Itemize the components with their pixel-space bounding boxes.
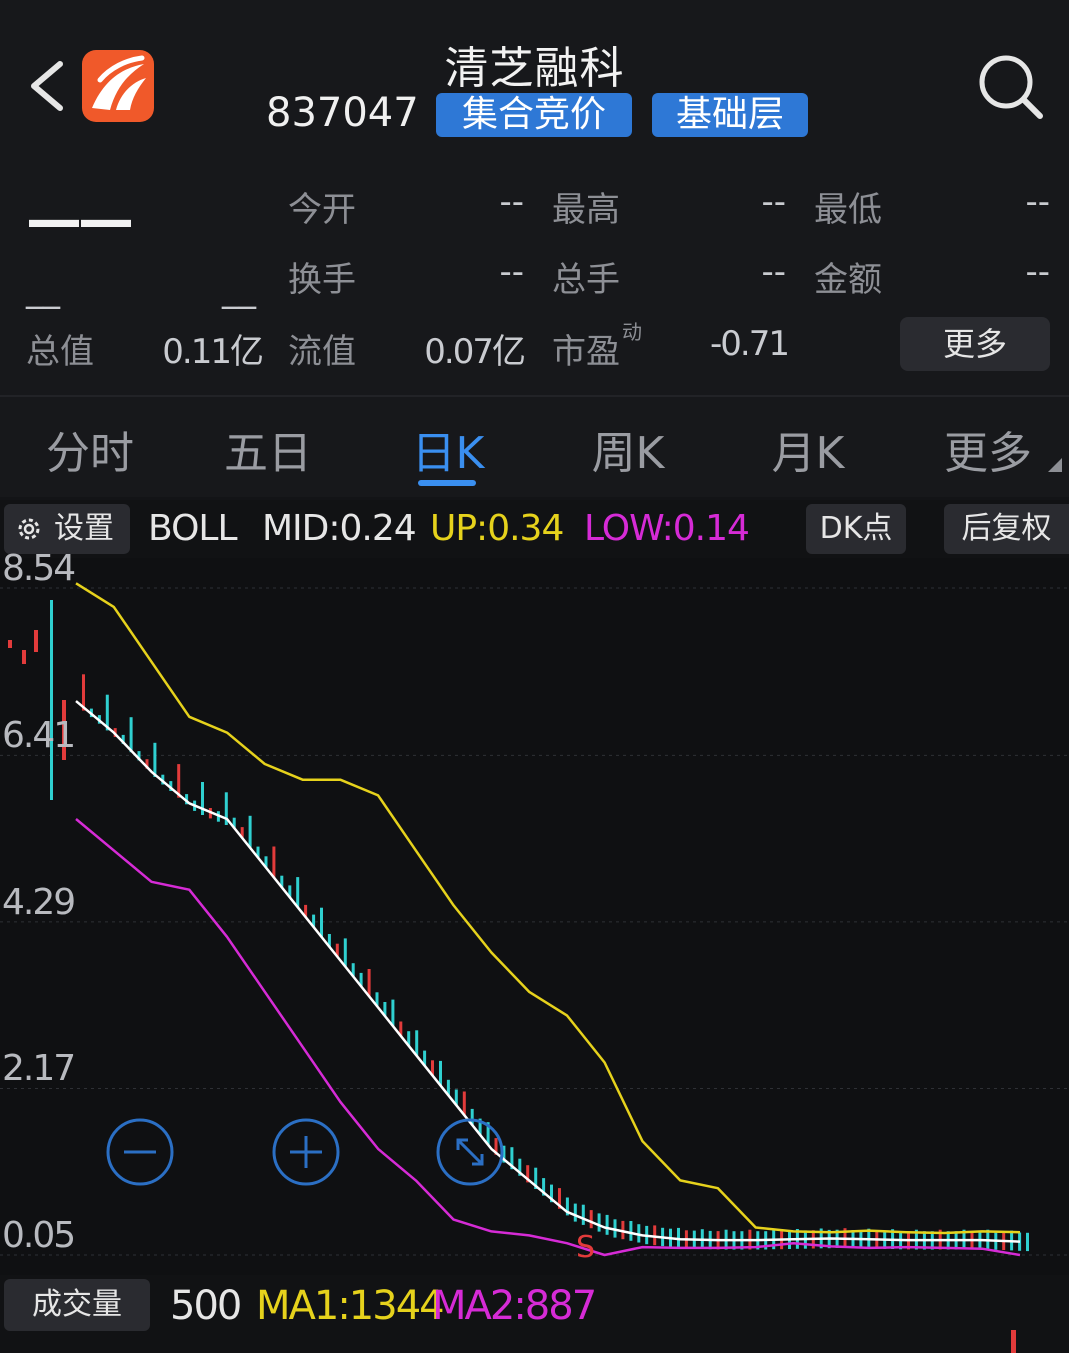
y-tick-label: 0.05: [2, 1215, 76, 1256]
volume-ma1: MA1:1344: [256, 1283, 445, 1329]
candle: [272, 846, 276, 878]
pe-label: 市盈: [552, 332, 620, 372]
y-tick-label: 6.41: [2, 715, 76, 757]
dk-point-button[interactable]: DK点: [806, 504, 906, 554]
boll-up: UP:0.34: [430, 508, 564, 549]
turnover-value: --: [499, 252, 524, 292]
volume-ma2: MA2:887: [432, 1283, 597, 1329]
gear-icon: [18, 518, 40, 540]
candle: [653, 1225, 657, 1246]
boll-low: LOW:0.14: [584, 508, 750, 549]
total-hands-label: 总手: [552, 260, 620, 300]
y-tick-label: 4.29: [2, 881, 76, 923]
indicator-row: 设置 BOLL MID:0.24 UP:0.34 LOW:0.14 DK点 后复…: [0, 500, 1069, 558]
candle: [153, 742, 157, 777]
candle: [462, 1091, 466, 1116]
header: 清芝融科 837047 集合竞价 基础层: [0, 0, 1069, 160]
series-line-up: [75, 582, 1021, 1235]
tab-weekly-k[interactable]: 周K: [538, 417, 718, 481]
candle: [589, 1210, 593, 1229]
volume-bar: [1011, 1330, 1016, 1353]
fullscreen-icon[interactable]: [436, 1118, 504, 1186]
search-icon[interactable]: [976, 52, 1046, 122]
turnover-label: 换手: [288, 260, 356, 300]
low-value: --: [1025, 182, 1050, 222]
candle: [248, 815, 252, 848]
series-line-low: [75, 818, 1021, 1257]
tab-more[interactable]: 更多: [898, 417, 1069, 481]
candle: [597, 1213, 601, 1232]
candle: [391, 999, 395, 1026]
amount-value: --: [1025, 252, 1050, 292]
open-value: --: [499, 182, 524, 222]
y-tick-label: 2.17: [2, 1048, 76, 1090]
candle: [22, 650, 26, 664]
candle: [1026, 1232, 1029, 1252]
stock-code: 837047: [266, 90, 419, 136]
candle: [50, 600, 53, 800]
pe-dynamic-sup: 动: [622, 320, 642, 344]
volume-row: 成交量 500 MA1:1344 MA2:887: [0, 1275, 1069, 1353]
volume-value: 500: [170, 1283, 242, 1329]
series-line-mid: [75, 700, 1021, 1243]
candle: [605, 1214, 609, 1235]
price-change: __: [26, 270, 60, 310]
total-value: 0.11亿: [162, 332, 264, 372]
badge-tier: 基础层: [652, 93, 808, 137]
signal-marker: S: [576, 1230, 596, 1265]
tab-intraday[interactable]: 分时: [0, 417, 180, 481]
pe-value: -0.71: [710, 324, 790, 364]
settings-label: 设置: [54, 511, 114, 546]
high-label: 最高: [552, 190, 620, 230]
amount-label: 金额: [814, 260, 882, 300]
period-tabs: 分时 五日 日K 周K 月K 更多: [0, 397, 1069, 497]
quote-panel: —— __ __ 今开 -- 最高 -- 最低 -- 换手 -- 总手 -- 金…: [0, 160, 1069, 395]
candle: [415, 1030, 419, 1056]
total-value-label: 总值: [26, 332, 94, 372]
candle: [320, 907, 323, 937]
low-label: 最低: [814, 190, 882, 230]
tab-five-day[interactable]: 五日: [178, 417, 358, 481]
total-hands-value: --: [761, 252, 786, 292]
candle: [629, 1221, 633, 1241]
dropdown-triangle-icon: [1048, 458, 1062, 472]
candle: [439, 1060, 442, 1086]
indicator-name[interactable]: BOLL: [148, 508, 238, 549]
active-tab-indicator: [418, 480, 476, 486]
candle: [8, 640, 12, 648]
boll-mid: MID:0.24: [262, 508, 417, 549]
open-label: 今开: [288, 190, 356, 230]
volume-indicator-button[interactable]: 成交量: [4, 1279, 150, 1331]
candle: [367, 969, 371, 997]
float-value-label: 流值: [288, 332, 356, 372]
settings-button[interactable]: 设置: [4, 504, 130, 554]
high-value: --: [761, 182, 786, 222]
badge-trading-mode: 集合竞价: [436, 93, 632, 137]
float-value: 0.07亿: [424, 332, 526, 372]
price-change-pct: __: [222, 270, 256, 310]
y-tick-label: 8.54: [2, 548, 76, 589]
candle: [296, 877, 300, 908]
zoom-out-icon[interactable]: [106, 1118, 174, 1186]
tab-daily-k[interactable]: 日K: [358, 417, 538, 481]
quote-more-button[interactable]: 更多: [900, 317, 1050, 371]
kline-chart[interactable]: 8.54 6.41 4.29 2.17 0.05 S: [0, 548, 1069, 1275]
candle: [573, 1203, 577, 1222]
candle: [343, 938, 347, 967]
candle: [581, 1204, 585, 1225]
stock-name: 清芝融科: [444, 43, 625, 94]
tab-monthly-k[interactable]: 月K: [718, 417, 898, 481]
current-price: ——: [26, 188, 134, 253]
back-adjust-button[interactable]: 后复权: [944, 504, 1069, 554]
zoom-in-icon[interactable]: [272, 1118, 340, 1186]
candle: [34, 630, 38, 652]
candle: [129, 717, 133, 753]
